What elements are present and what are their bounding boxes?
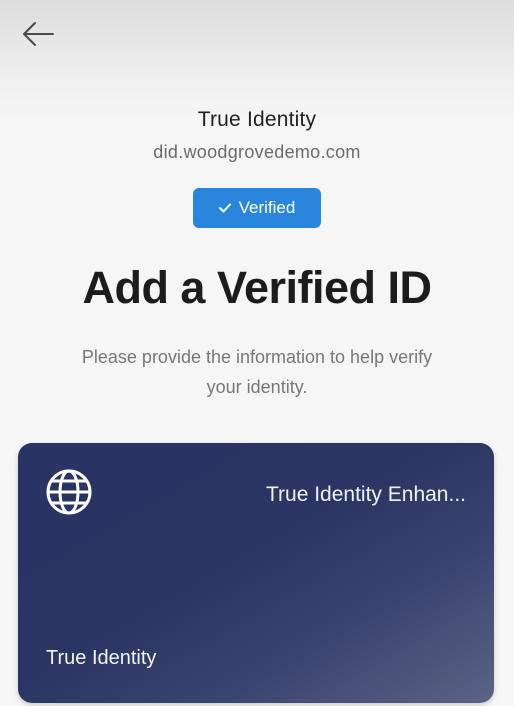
verified-badge: Verified [193, 188, 321, 228]
subtitle-line-2: your identity. [206, 377, 308, 397]
card-title: True Identity Enhan... [265, 483, 466, 506]
checkmark-icon [218, 203, 231, 213]
verified-label: Verified [238, 198, 296, 217]
subtitle-line-1: Please provide the information to help v… [81, 347, 433, 367]
globe-icon [46, 469, 92, 515]
card-issuer: True Identity [46, 647, 157, 669]
issuer-info: True Identity did.woodgrovedemo.com [0, 108, 514, 163]
arrow-left-icon [23, 22, 54, 46]
issuer-domain: did.woodgrovedemo.com [153, 142, 361, 162]
subtitle: Please provide the information to help v… [20, 342, 494, 402]
page-title: Add a Verified ID [82, 262, 432, 313]
verified-id-card[interactable]: True Identity Enhan... True Identity [18, 443, 494, 703]
back-button[interactable] [14, 14, 62, 54]
issuer-name: True Identity [197, 108, 317, 131]
